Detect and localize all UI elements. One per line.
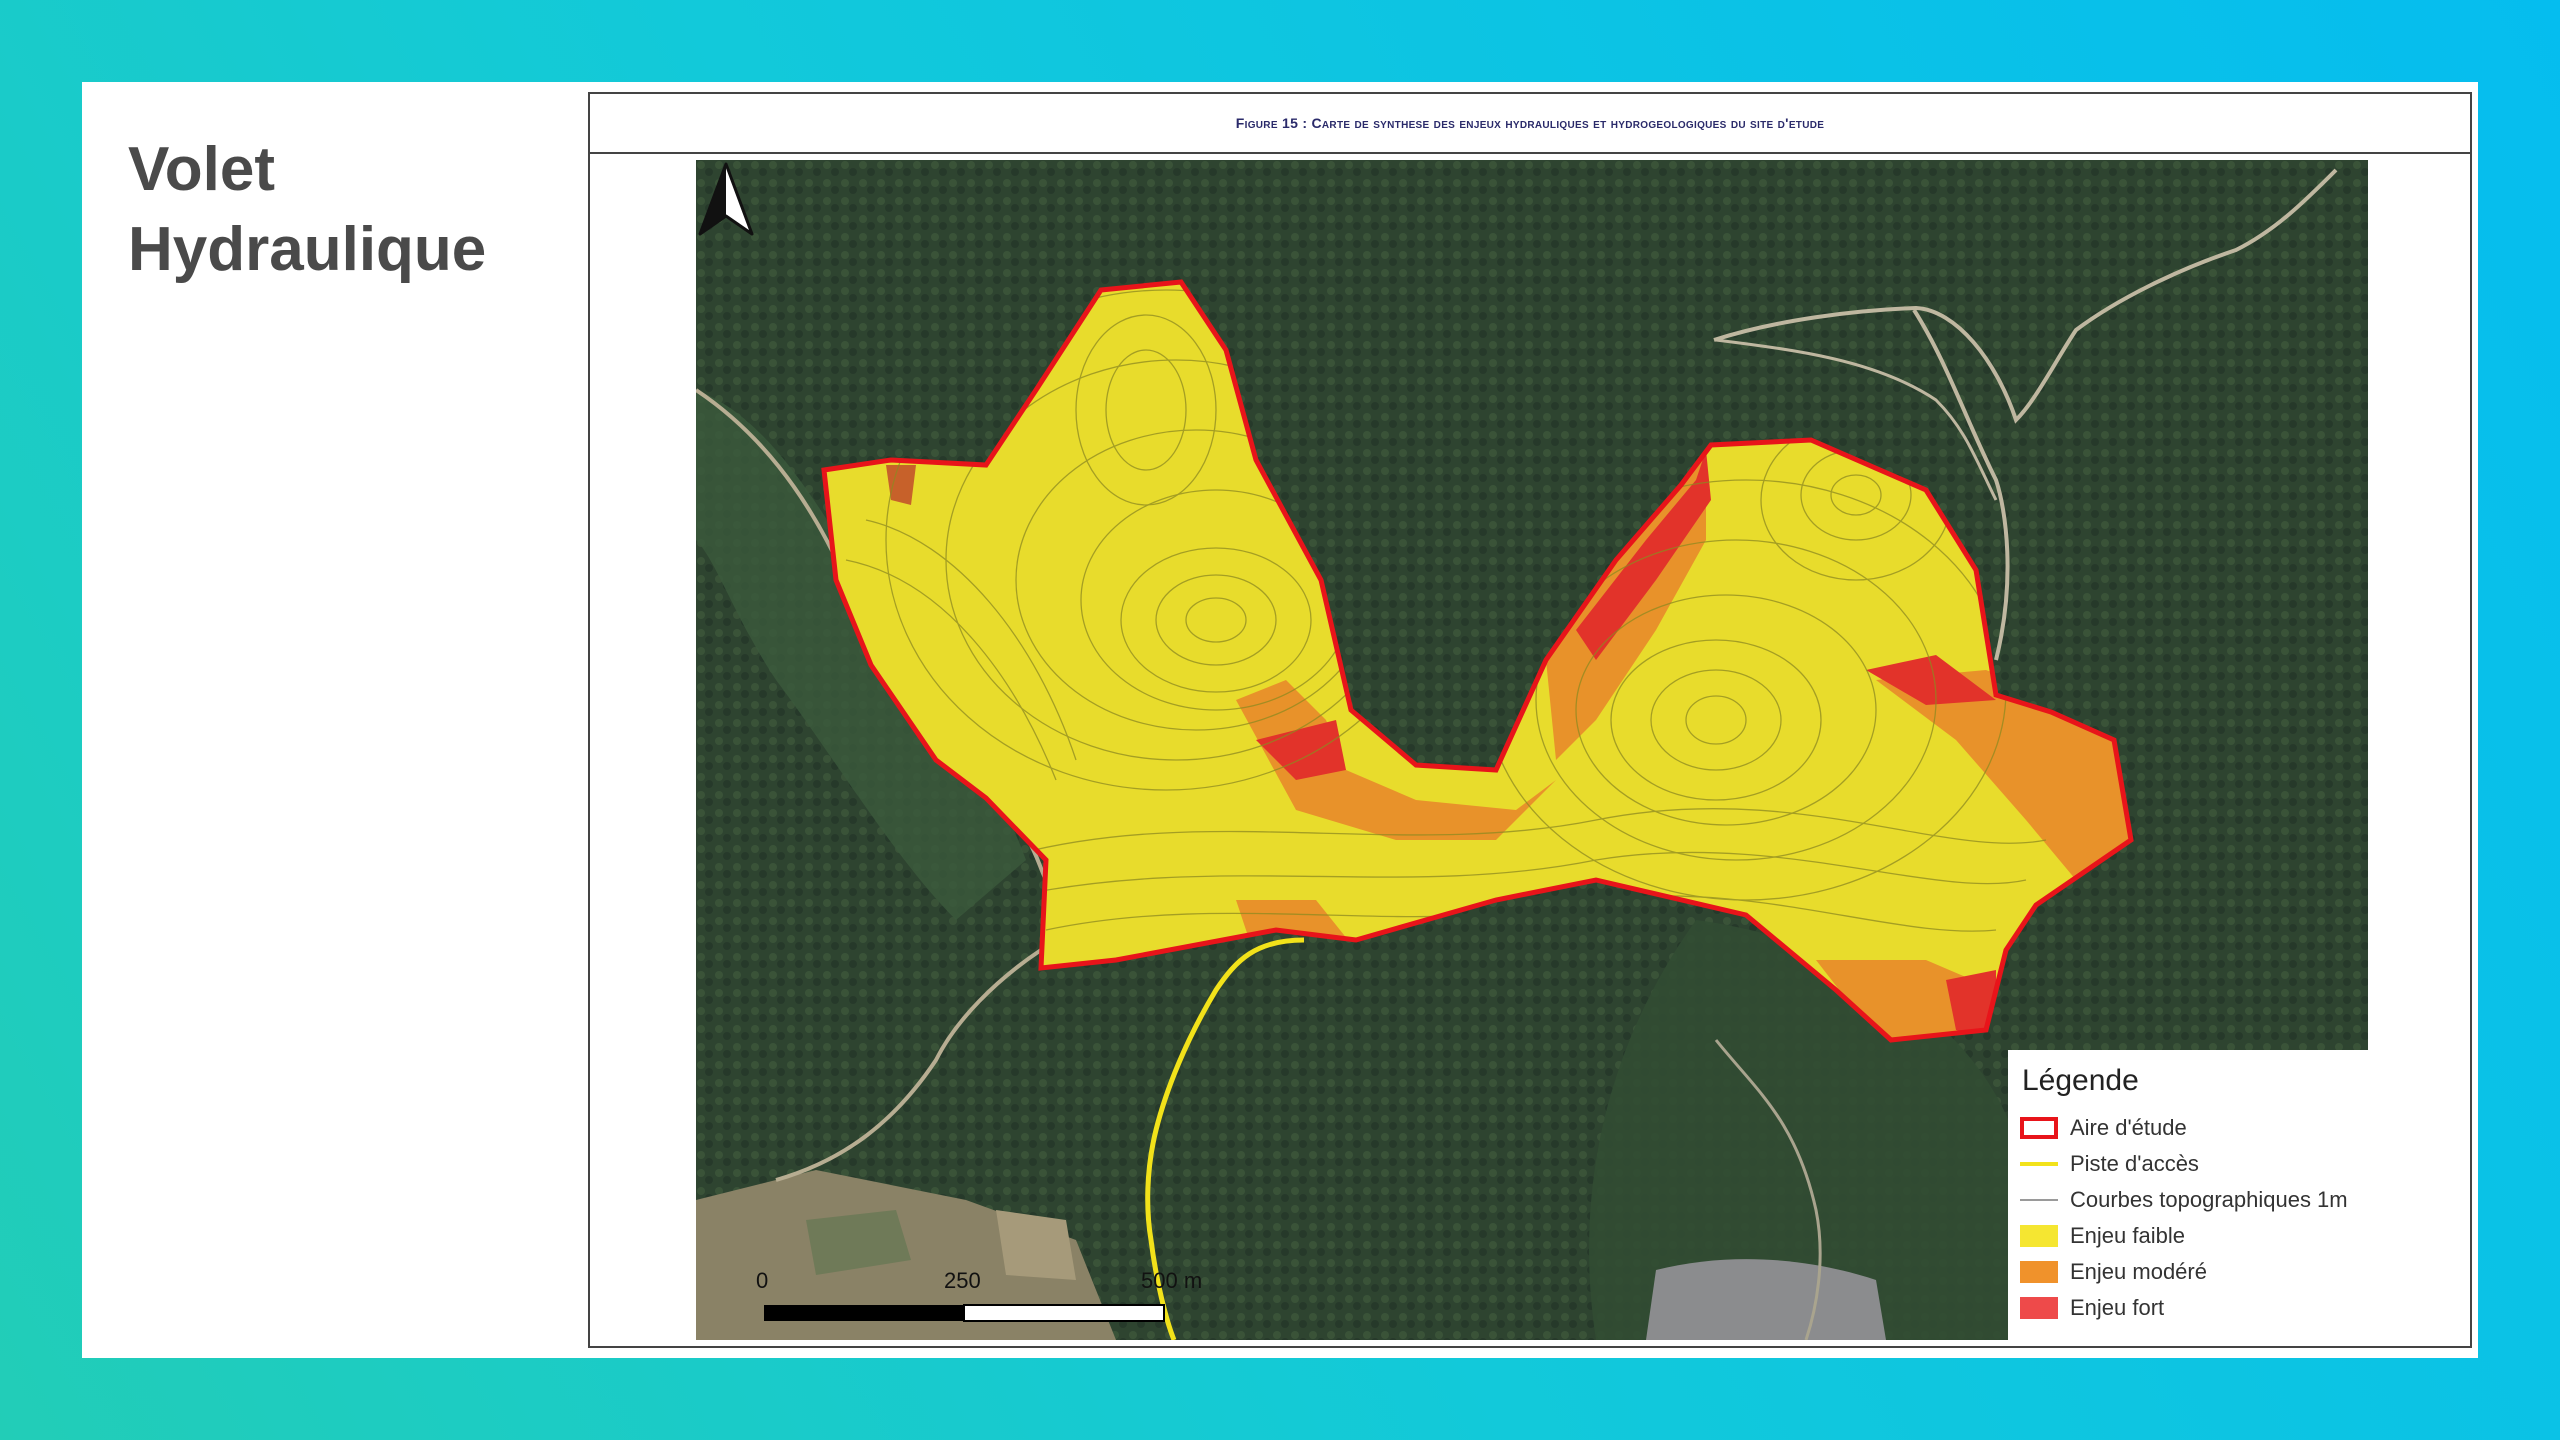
slide-title-line2: Hydraulique xyxy=(128,215,487,284)
map-legend: Légende Aire d'étude Piste d'accès Courb… xyxy=(2008,1050,2368,1340)
slide: Volet Hydraulique Figure 15 : Carte de s… xyxy=(82,82,2478,1358)
slide-title-line1: Volet xyxy=(128,135,275,204)
legend-item-aire-etude: Aire d'étude xyxy=(2020,1110,2356,1146)
legend-item-enjeu-faible: Enjeu faible xyxy=(2020,1218,2356,1254)
legend-label: Enjeu fort xyxy=(2070,1295,2165,1320)
legend-item-enjeu-fort: Enjeu fort xyxy=(2020,1290,2356,1326)
north-arrow-icon xyxy=(698,162,754,236)
scale-bar-segment-white xyxy=(963,1304,1165,1322)
legend-label: Courbes topographiques 1m xyxy=(2070,1187,2348,1212)
legend-item-enjeu-modere: Enjeu modéré xyxy=(2020,1254,2356,1290)
scale-bar-segment-black xyxy=(764,1305,964,1321)
scale-label-250: 250 xyxy=(944,1268,981,1293)
legend-line-symbol xyxy=(2020,1153,2058,1175)
figure-caption-bar: Figure 15 : Carte de synthese des enjeux… xyxy=(590,94,2470,154)
legend-thin-line-symbol xyxy=(2020,1189,2058,1211)
scale-label-500: 500 m xyxy=(1141,1268,1203,1293)
slide-title: Volet Hydraulique xyxy=(128,130,486,290)
scale-label-0: 0 xyxy=(756,1268,769,1293)
legend-label: Enjeu faible xyxy=(2070,1223,2185,1248)
figure-frame: Figure 15 : Carte de synthese des enjeux… xyxy=(588,92,2472,1348)
scale-bar xyxy=(764,1304,1165,1322)
legend-outline-symbol xyxy=(2020,1117,2058,1139)
legend-item-piste: Piste d'accès xyxy=(2020,1146,2356,1182)
legend-label: Piste d'accès xyxy=(2070,1151,2199,1176)
legend-fill-symbol xyxy=(2020,1261,2058,1283)
map: 0 250 500 m Légende Aire d'étude Piste d… xyxy=(696,160,2368,1340)
legend-fill-symbol xyxy=(2020,1297,2058,1319)
legend-title: Légende xyxy=(2022,1064,2139,1097)
field-plot xyxy=(996,1210,1076,1280)
legend-label: Aire d'étude xyxy=(2070,1115,2187,1140)
legend-fill-symbol xyxy=(2020,1225,2058,1247)
figure-caption: Figure 15 : Carte de synthese des enjeux… xyxy=(1235,115,1825,131)
legend-label: Enjeu modéré xyxy=(2070,1259,2207,1284)
legend-item-courbes: Courbes topographiques 1m xyxy=(2020,1182,2356,1218)
